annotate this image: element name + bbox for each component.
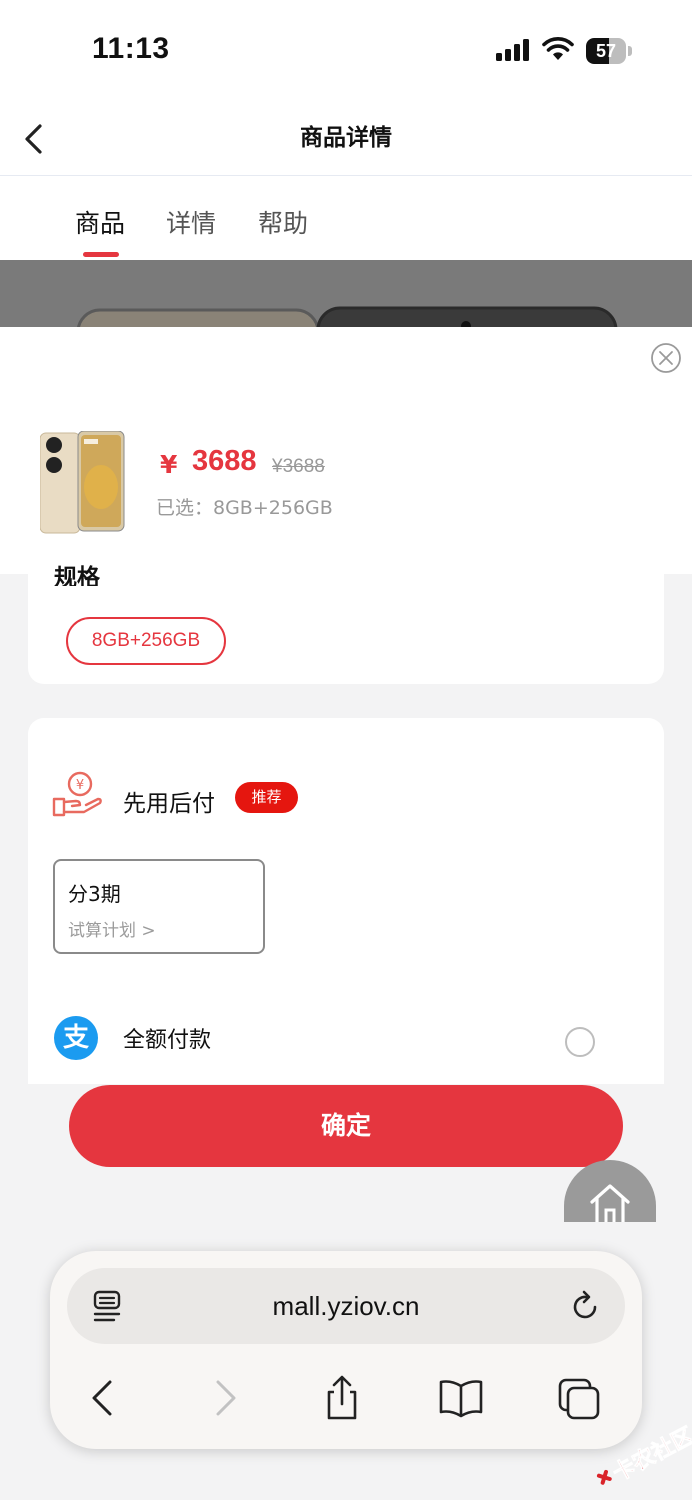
battery-level: 57 bbox=[595, 41, 617, 61]
spec-option-8gb-256gb[interactable]: 8GB+256GB bbox=[66, 617, 226, 665]
original-price: ¥3688 bbox=[272, 456, 325, 477]
product-hero-image bbox=[0, 260, 692, 330]
battery-icon: 57 bbox=[586, 38, 632, 64]
status-time: 11:13 bbox=[92, 32, 170, 65]
price: 3688 bbox=[192, 445, 257, 477]
installment-plan-link[interactable]: 试算计划 > bbox=[68, 916, 156, 941]
browser-back-icon[interactable] bbox=[78, 1374, 128, 1422]
back-button[interactable] bbox=[18, 122, 52, 156]
product-thumbnail bbox=[40, 431, 125, 534]
wifi-icon bbox=[542, 37, 574, 60]
tab-product[interactable]: 商品 bbox=[75, 204, 125, 240]
alipay-icon: 支 bbox=[54, 1016, 98, 1060]
price-currency: ¥ bbox=[160, 450, 178, 479]
browser-forward-icon[interactable] bbox=[200, 1374, 250, 1422]
page-menu-icon[interactable] bbox=[92, 1290, 124, 1324]
phone-image bbox=[76, 306, 618, 330]
full-payment-label: 全额付款 bbox=[123, 1028, 212, 1053]
bnpl-label: 先用后付 bbox=[123, 791, 215, 817]
url-text[interactable]: mall.yziov.cn bbox=[67, 1268, 625, 1344]
tabs-icon[interactable] bbox=[554, 1374, 604, 1422]
close-icon[interactable] bbox=[650, 342, 682, 374]
nav-bar: 商品详情 bbox=[0, 100, 692, 176]
reload-icon[interactable] bbox=[570, 1290, 602, 1324]
tab-help[interactable]: 帮助 bbox=[258, 204, 308, 240]
buy-now-pay-later-icon: ¥ bbox=[52, 771, 102, 817]
share-icon[interactable] bbox=[317, 1374, 367, 1422]
home-icon bbox=[590, 1184, 630, 1222]
installment-title: 分3期 bbox=[68, 882, 121, 906]
svg-text:卡农社区: 卡农社区 bbox=[608, 1423, 692, 1487]
full-payment-radio[interactable] bbox=[565, 1027, 595, 1057]
recommend-badge: 推荐 bbox=[235, 782, 298, 813]
tab-bar: 商品 详情 帮助 bbox=[0, 176, 692, 260]
tab-details[interactable]: 详情 bbox=[166, 204, 216, 240]
watermark-logo: 卡农社区 bbox=[596, 1422, 692, 1487]
selected-sku: 已选：8GB+256GB bbox=[156, 497, 333, 519]
home-button[interactable] bbox=[564, 1160, 656, 1222]
svg-text:¥: ¥ bbox=[76, 778, 84, 793]
page-title: 商品详情 bbox=[300, 125, 392, 151]
bookmarks-icon[interactable] bbox=[436, 1374, 486, 1422]
signal-icon bbox=[496, 39, 529, 61]
tab-indicator bbox=[83, 252, 119, 257]
spec-title: 规格 bbox=[54, 565, 100, 586]
confirm-button[interactable]: 确定 bbox=[69, 1085, 623, 1167]
